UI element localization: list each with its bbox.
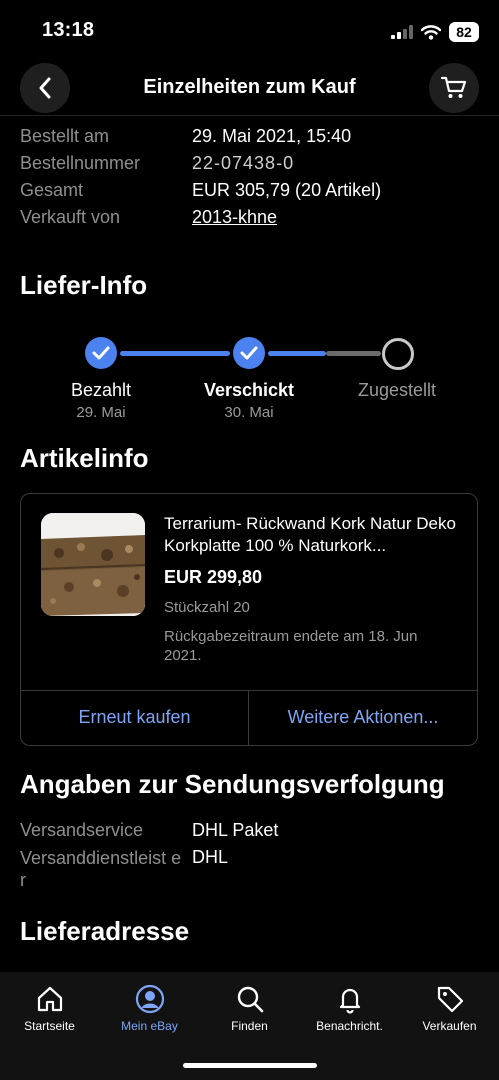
checkmark-icon [240, 346, 258, 360]
profile-icon [135, 984, 164, 1014]
item-title-link[interactable]: Terrarium- Rückwand Kork Natur Deko Kork… [164, 513, 469, 557]
carrier-value: DHL [192, 847, 229, 867]
tab-search-label: Finden [231, 1019, 268, 1033]
wifi-icon [421, 24, 441, 40]
tab-home[interactable]: Startseite [0, 972, 99, 1042]
progress-segment-3 [326, 351, 381, 356]
status-time: 13:18 [42, 19, 95, 41]
tab-search[interactable]: Finden [200, 972, 299, 1042]
item-section-title: Artikelinfo [20, 443, 149, 473]
cork-board-image [41, 513, 145, 616]
tab-sell[interactable]: Verkaufen [400, 972, 499, 1042]
step-shipped-check [233, 337, 265, 369]
step-shipped-date: 30. Mai [224, 404, 274, 421]
order-number-value: 22-07438-0 [192, 153, 295, 169]
shipping-service-label: Versandservice [20, 820, 144, 840]
item-card: Terrarium- Rückwand Kork Natur Deko Kork… [20, 493, 478, 746]
delivery-section-title: Liefer-Info [20, 270, 148, 300]
total-label: Gesamt [20, 180, 84, 200]
tab-notifications-label: Benachricht. [316, 1019, 383, 1033]
step-paid-check [85, 337, 117, 369]
step-paid-label: Bezahlt [70, 380, 132, 400]
item-price: EUR 299,80 [164, 567, 263, 587]
status-icons: 82 [391, 20, 479, 44]
cart-button[interactable] [429, 63, 479, 113]
shipping-service-value: DHL Paket [192, 820, 279, 840]
tab-notifications[interactable]: Benachricht. [300, 972, 399, 1042]
ordered-on-label: Bestellt am [20, 126, 110, 146]
home-icon [37, 986, 62, 1012]
tab-my-ebay[interactable]: Mein eBay [100, 972, 199, 1042]
seller-link[interactable]: 2013-khne [192, 207, 277, 228]
tab-my-ebay-label: Mein eBay [121, 1019, 178, 1033]
step-delivered-circle [382, 338, 414, 370]
tab-home-label: Startseite [24, 1019, 75, 1033]
page-title: Einzelheiten zum Kauf [143, 76, 356, 98]
carrier-label: Versanddienstleist er [20, 848, 182, 890]
buy-again-button[interactable]: Erneut kaufen [21, 690, 248, 745]
more-actions-button[interactable]: Weitere Aktionen... [249, 690, 477, 745]
address-section-title: Lieferadresse [20, 916, 190, 946]
tab-sell-label: Verkaufen [422, 1019, 477, 1033]
step-shipped-label: Verschickt [203, 380, 295, 400]
cart-icon [441, 76, 467, 98]
progress-segment-2 [268, 351, 326, 356]
bell-icon [339, 988, 360, 1014]
tag-icon [437, 986, 463, 1013]
home-indicator [183, 1063, 317, 1068]
checkmark-icon [92, 346, 110, 360]
step-delivered-label: Zugestellt [357, 380, 437, 400]
order-number-label: Bestellnummer [20, 153, 141, 173]
seller-label: Verkauft von [20, 207, 121, 227]
battery-indicator: 82 [449, 22, 479, 42]
step-paid-date: 29. Mai [76, 404, 126, 421]
item-return-note: Rückgabezeitraum endete am 18. Jun 2021. [164, 628, 418, 664]
search-icon [237, 986, 263, 1013]
total-value: EUR 305,79 (20 Artikel) [192, 180, 382, 200]
cellular-signal-icon [391, 25, 413, 39]
item-quantity: Stückzahl 20 [164, 599, 250, 616]
header-divider [0, 115, 499, 116]
ordered-on-value: 29. Mai 2021, 15:40 [192, 126, 352, 146]
progress-segment-1 [120, 351, 230, 356]
item-thumbnail[interactable] [41, 513, 145, 616]
tracking-section-title: Angaben zur Sendungsverfolgung [20, 769, 445, 799]
